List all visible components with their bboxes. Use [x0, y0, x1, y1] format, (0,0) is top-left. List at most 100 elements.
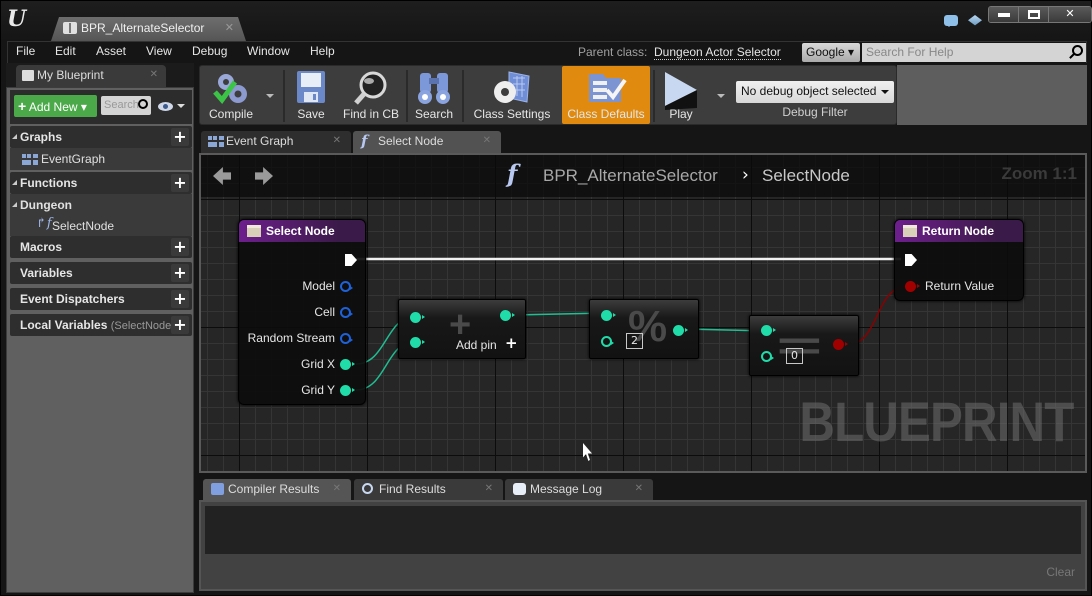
tab-select-node[interactable]: f Select Node ✕ — [353, 131, 501, 153]
functions-list: Dungeon ↱f SelectNode — [10, 194, 192, 236]
exec-out-pin[interactable] — [345, 254, 357, 266]
add-event-dispatcher-button[interactable]: + — [171, 290, 189, 308]
plus-icon: + — [18, 98, 27, 114]
compile-options-chevron-icon[interactable] — [266, 94, 274, 102]
event-graph-icon — [208, 136, 224, 147]
function-result-icon — [903, 225, 917, 237]
equal-output-pin[interactable] — [833, 339, 848, 350]
add-local-variable-button[interactable]: + — [171, 316, 189, 334]
close-tab-icon[interactable]: ✕ — [333, 483, 341, 494]
modulo-output-pin[interactable] — [673, 325, 688, 336]
add-pin-label[interactable]: Add pin — [456, 338, 497, 352]
play-button[interactable]: Play — [658, 66, 704, 124]
section-variables[interactable]: Variables + — [10, 262, 192, 284]
modulo-input-a-pin[interactable] — [601, 310, 616, 321]
tab-find-results-label: Find Results — [379, 482, 446, 496]
close-tab-icon[interactable]: ✕ — [150, 69, 158, 80]
unreal-logo-icon: U — [7, 6, 27, 32]
blueprint-graph-canvas[interactable]: f BPR_AlternateSelector › SelectNode Zoo… — [199, 153, 1087, 473]
add-input-a-pin[interactable] — [410, 312, 425, 323]
menu-view[interactable]: View — [146, 44, 172, 58]
pin-grid-y[interactable] — [340, 385, 355, 396]
blueprint-search-input[interactable]: Search — [101, 96, 151, 115]
section-functions[interactable]: Functions + — [10, 172, 192, 194]
menu-debug[interactable]: Debug — [192, 44, 227, 58]
chevron-down-icon[interactable] — [177, 104, 185, 112]
compile-button[interactable]: Compile — [202, 66, 260, 124]
add-graph-button[interactable]: + — [171, 128, 189, 146]
debug-object-dropdown[interactable]: No debug object selected — [736, 81, 894, 103]
minimize-button[interactable] — [989, 7, 1019, 22]
my-blueprint-tab[interactable]: My Blueprint ✕ — [16, 65, 166, 87]
select-node[interactable]: Select Node Model Cell Random Stream Gri… — [238, 219, 366, 405]
pin-random-stream[interactable] — [340, 333, 353, 344]
chat-icon[interactable] — [944, 15, 958, 27]
equal-input-b-pin[interactable] — [761, 351, 774, 362]
pin-label-return-value: Return Value — [925, 279, 995, 293]
help-search-input[interactable]: Search For Help — [862, 43, 1086, 62]
close-tab-icon[interactable]: ✕ — [485, 483, 493, 494]
equal-node[interactable]: == 0 — [749, 315, 859, 376]
equal-input-a-pin[interactable] — [761, 325, 776, 336]
close-tab-icon[interactable]: ✕ — [483, 135, 491, 146]
search-icon — [138, 99, 148, 109]
add-node[interactable]: + Add pin + — [398, 299, 526, 359]
save-button[interactable]: Save — [288, 66, 334, 124]
menu-file[interactable]: File — [16, 44, 35, 58]
list-item-eventgraph[interactable]: EventGraph — [10, 148, 192, 170]
minimize-icon — [997, 13, 1010, 17]
pin-model[interactable] — [340, 281, 353, 292]
play-options-chevron-icon[interactable] — [717, 94, 725, 102]
add-output-pin[interactable] — [500, 310, 515, 321]
menu-window[interactable]: Window — [247, 44, 290, 58]
menu-asset[interactable]: Asset — [96, 44, 126, 58]
view-options-eye-icon[interactable] — [158, 102, 173, 111]
find-in-cb-button[interactable]: Find in CB — [340, 66, 402, 124]
menu-help[interactable]: Help — [310, 44, 335, 58]
add-variable-button[interactable]: + — [171, 264, 189, 282]
tutorial-icon[interactable] — [968, 15, 982, 26]
maximize-button[interactable] — [1019, 7, 1049, 22]
close-tab-icon[interactable]: ✕ — [635, 483, 643, 494]
add-input-b-pin[interactable] — [410, 337, 425, 348]
exec-in-pin[interactable] — [905, 254, 917, 266]
equal-compare-input[interactable]: 0 — [786, 348, 803, 364]
pin-grid-x[interactable] — [340, 359, 355, 370]
section-graphs[interactable]: Graphs + — [10, 126, 192, 148]
category-dungeon[interactable]: Dungeon — [20, 198, 72, 212]
debug-filter-label: Debug Filter — [782, 105, 848, 119]
modulo-divisor-input[interactable]: 2 — [626, 333, 643, 349]
pin-label-model: Model — [302, 279, 335, 293]
tab-compiler-results[interactable]: Compiler Results ✕ — [203, 479, 351, 500]
tab-message-log[interactable]: Message Log ✕ — [505, 479, 653, 500]
list-item-selectnode[interactable]: SelectNode — [52, 219, 114, 233]
menu-edit[interactable]: Edit — [55, 44, 76, 58]
section-local-variables[interactable]: Local Variables (SelectNode) + — [10, 314, 192, 336]
modulo-node[interactable]: % 2 — [589, 299, 699, 359]
document-tab[interactable]: BPR_AlternateSelector ✕ — [51, 17, 246, 41]
return-value-pin[interactable] — [905, 281, 920, 292]
pin-cell[interactable] — [340, 307, 353, 318]
tab-event-graph[interactable]: Event Graph ✕ — [201, 131, 351, 153]
add-function-button[interactable]: + — [171, 174, 189, 192]
section-event-dispatchers[interactable]: Event Dispatchers + — [10, 288, 192, 310]
add-macro-button[interactable]: + — [171, 238, 189, 256]
search-icon[interactable] — [1072, 45, 1083, 56]
close-window-button[interactable]: ✕ — [1049, 7, 1091, 22]
return-node[interactable]: Return Node Return Value — [894, 219, 1024, 301]
parent-class-link[interactable]: Dungeon Actor Selector — [654, 45, 781, 60]
close-tab-icon[interactable]: ✕ — [333, 135, 341, 146]
tab-compiler-results-label: Compiler Results — [228, 482, 320, 496]
section-macros[interactable]: Macros + — [10, 236, 192, 258]
add-new-button[interactable]: + Add New ▾ — [14, 95, 97, 117]
clear-button[interactable]: Clear — [1046, 565, 1075, 579]
search-provider-dropdown[interactable]: Google ▾ — [802, 43, 860, 62]
add-pin-plus-icon[interactable]: + — [505, 334, 518, 352]
class-defaults-button[interactable]: Class Defaults — [562, 66, 650, 124]
blueprint-book-icon — [63, 22, 77, 34]
class-settings-button[interactable]: Class Settings — [468, 66, 556, 124]
modulo-input-b-pin[interactable] — [601, 336, 614, 347]
search-button[interactable]: Search — [410, 66, 458, 124]
tab-find-results[interactable]: Find Results ✕ — [354, 479, 503, 500]
close-tab-icon[interactable]: ✕ — [225, 21, 234, 34]
